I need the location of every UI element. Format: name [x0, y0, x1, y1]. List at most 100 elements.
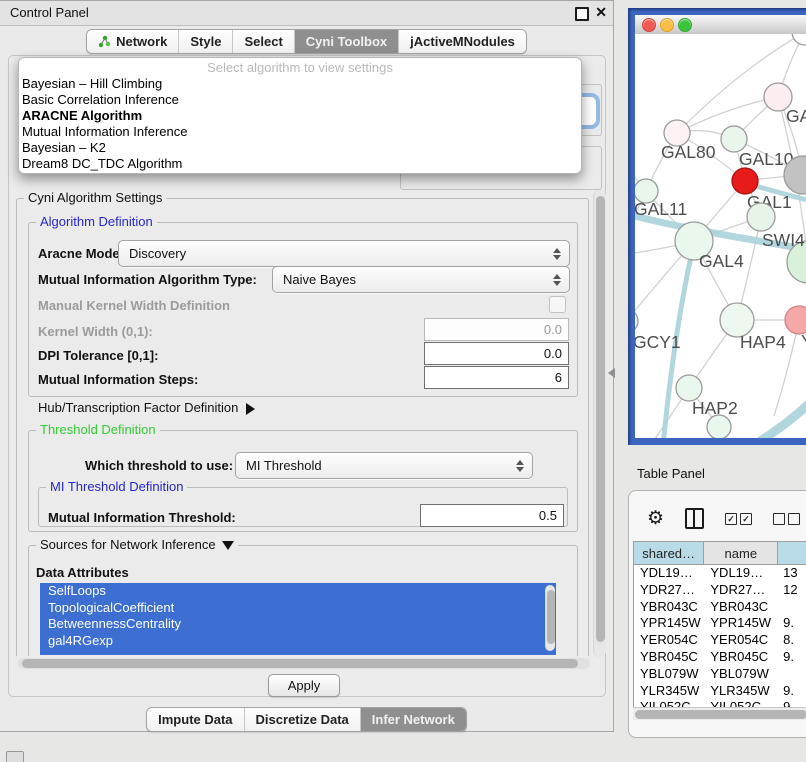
algorithm-option[interactable]: ARACNE Algorithm — [19, 108, 581, 124]
dpi-tolerance-field[interactable]: 0.0 — [424, 342, 569, 365]
tab-discretize-data[interactable]: Discretize Data — [244, 708, 360, 731]
network-node-GAL1[interactable] — [732, 168, 758, 194]
tab-infer-network[interactable]: Infer Network — [360, 708, 466, 731]
table-cell[interactable]: YER054C — [634, 632, 704, 649]
data-attribute-item[interactable]: gal4RGexp — [40, 633, 556, 650]
kernel-width-field[interactable]: 0.0 — [424, 318, 569, 341]
aracne-mode-value: Discovery — [119, 246, 549, 261]
tab-impute-data[interactable]: Impute Data — [147, 708, 243, 731]
minimize-traffic-light-icon[interactable] — [660, 18, 674, 32]
table-row[interactable]: YPR145WYPR145W9. — [634, 615, 806, 632]
apply-button[interactable]: Apply — [268, 674, 340, 697]
table-cell[interactable]: 9. — [778, 683, 806, 700]
table-cell[interactable]: 13 — [778, 565, 806, 582]
select-all-checkboxes-icon[interactable]: ✓✓ — [725, 513, 752, 525]
table-row[interactable]: YDR27…YDR27…12 — [634, 582, 806, 599]
table-cell[interactable]: YBL079W — [634, 666, 704, 683]
aracne-mode-combo[interactable]: Discovery — [118, 240, 570, 267]
tab-style[interactable]: Style — [178, 30, 232, 53]
algorithm-option[interactable]: Bayesian – K2 — [19, 140, 581, 156]
table-cell[interactable]: YBR045C — [634, 649, 704, 666]
tab-network[interactable]: Network — [87, 30, 178, 53]
table-cell[interactable] — [778, 666, 806, 683]
column-header[interactable]: shared… — [634, 542, 704, 564]
settings-vscrollbar-thumb[interactable] — [596, 196, 605, 642]
aracne-mode-label: Aracne Mode: — [38, 246, 124, 261]
mi-steps-field[interactable]: 6 — [424, 366, 569, 389]
table-cell[interactable] — [778, 599, 806, 616]
algorithm-option[interactable]: Bayesian – Hill Climbing — [19, 76, 581, 92]
table-cell[interactable]: YPR145W — [704, 615, 778, 632]
table-cell[interactable]: YBR043C — [704, 599, 778, 616]
settings-gear-icon[interactable]: ⚙ — [647, 509, 664, 529]
network-node-Y[interactable] — [785, 306, 806, 334]
data-attribute-item[interactable]: TopologicalCoefficient — [40, 600, 556, 617]
data-attributes-list[interactable]: SelfLoopsTopologicalCoefficientBetweenne… — [40, 583, 556, 655]
table-cell[interactable]: YDL19… — [704, 565, 778, 582]
close-icon[interactable]: ✕ — [595, 4, 607, 21]
table-cell[interactable]: 9. — [778, 649, 806, 666]
network-window-titlebar[interactable] — [635, 15, 806, 35]
network-node[interactable] — [747, 203, 775, 231]
tab-select[interactable]: Select — [232, 30, 293, 53]
tab-jactivemnodules[interactable]: jActiveMNodules — [398, 30, 526, 53]
panel-divider-handle[interactable] — [608, 368, 615, 378]
which-threshold-combo[interactable]: MI Threshold — [235, 452, 533, 479]
table-cell[interactable]: YBL079W — [704, 666, 778, 683]
column-header[interactable]: name — [704, 542, 778, 564]
deselect-checkboxes-icon[interactable] — [773, 513, 800, 525]
table-hscrollbar[interactable] — [633, 707, 806, 720]
mi-steps-label: Mutual Information Steps: — [38, 372, 198, 387]
algorithm-option[interactable]: Mutual Information Inference — [19, 124, 581, 140]
algorithm-option[interactable]: Dream8 DC_TDC Algorithm — [19, 156, 581, 172]
expand-arrow-icon[interactable] — [246, 403, 255, 415]
settings-hscrollbar-thumb[interactable] — [22, 659, 578, 668]
mi-threshold-field[interactable]: 0.5 — [420, 504, 564, 527]
algorithm-option[interactable]: Basic Correlation Inference — [19, 92, 581, 108]
table-cell[interactable]: YDR27… — [634, 582, 704, 599]
table-cell[interactable]: 12 — [778, 582, 806, 599]
bottom-tab-bar: Impute DataDiscretize DataInfer Network — [0, 707, 613, 732]
data-attribute-item[interactable]: BetweennessCentrality — [40, 616, 556, 633]
table-cell[interactable]: YBR043C — [634, 599, 704, 616]
attributes-vscrollbar[interactable] — [545, 585, 555, 651]
table-hscrollbar-thumb[interactable] — [635, 710, 806, 719]
settings-hscrollbar[interactable] — [18, 658, 590, 669]
attributes-vscrollbar-thumb[interactable] — [547, 590, 555, 644]
table-cell[interactable]: YLR345W — [704, 683, 778, 700]
table-cell[interactable]: YDL19… — [634, 565, 704, 582]
table-row[interactable]: YBL079WYBL079W — [634, 666, 806, 683]
table-toolbar: ⚙ ✓✓ — [647, 507, 806, 530]
manual-kernel-checkbox[interactable] — [549, 296, 566, 313]
tab-cyni-toolbox[interactable]: Cyni Toolbox — [294, 30, 398, 53]
table-row[interactable]: YBR043CYBR043C — [634, 599, 806, 616]
table-row[interactable]: YER054CYER054C8. — [634, 632, 806, 649]
data-attribute-item[interactable]: SelfLoops — [40, 583, 556, 600]
sources-toggle[interactable]: Sources for Network Inference — [36, 538, 238, 552]
minimized-panel-icon[interactable] — [6, 751, 24, 762]
close-traffic-light-icon[interactable] — [642, 18, 656, 32]
network-node-GCY1[interactable] — [635, 309, 638, 333]
table-cell[interactable]: YDR27… — [704, 582, 778, 599]
collapse-arrow-icon[interactable] — [222, 541, 234, 550]
zoom-traffic-light-icon[interactable] — [678, 18, 692, 32]
settings-vscrollbar[interactable] — [593, 190, 606, 657]
network-node[interactable] — [792, 34, 806, 45]
network-node[interactable] — [707, 415, 731, 438]
column-header[interactable] — [778, 542, 806, 564]
table-cell[interactable]: YER054C — [704, 632, 778, 649]
table-row[interactable]: YDL19…YDL19…13 — [634, 565, 806, 582]
float-window-icon[interactable] — [575, 7, 589, 21]
table-cell[interactable]: YPR145W — [634, 615, 704, 632]
table-cell[interactable]: 9. — [778, 615, 806, 632]
mi-type-combo[interactable]: Naive Bayes — [272, 266, 570, 293]
table-cell[interactable]: YBR045C — [704, 649, 778, 666]
table-cell[interactable]: YLR345W — [634, 683, 704, 700]
table-row[interactable]: YLR345WYLR345W9. — [634, 683, 806, 700]
network-edge-highlighted[interactable] — [747, 386, 806, 438]
split-view-columns-icon[interactable] — [685, 508, 704, 529]
hub-definition-toggle[interactable]: Hub/Transcription Factor Definition — [38, 400, 255, 415]
table-row[interactable]: YBR045CYBR045C9. — [634, 649, 806, 666]
network-canvas[interactable]: GAL7GAL80GAL10GAL1GAL11GAL4SWI4GCY1HAP4Y… — [635, 34, 806, 438]
table-cell[interactable]: 8. — [778, 632, 806, 649]
